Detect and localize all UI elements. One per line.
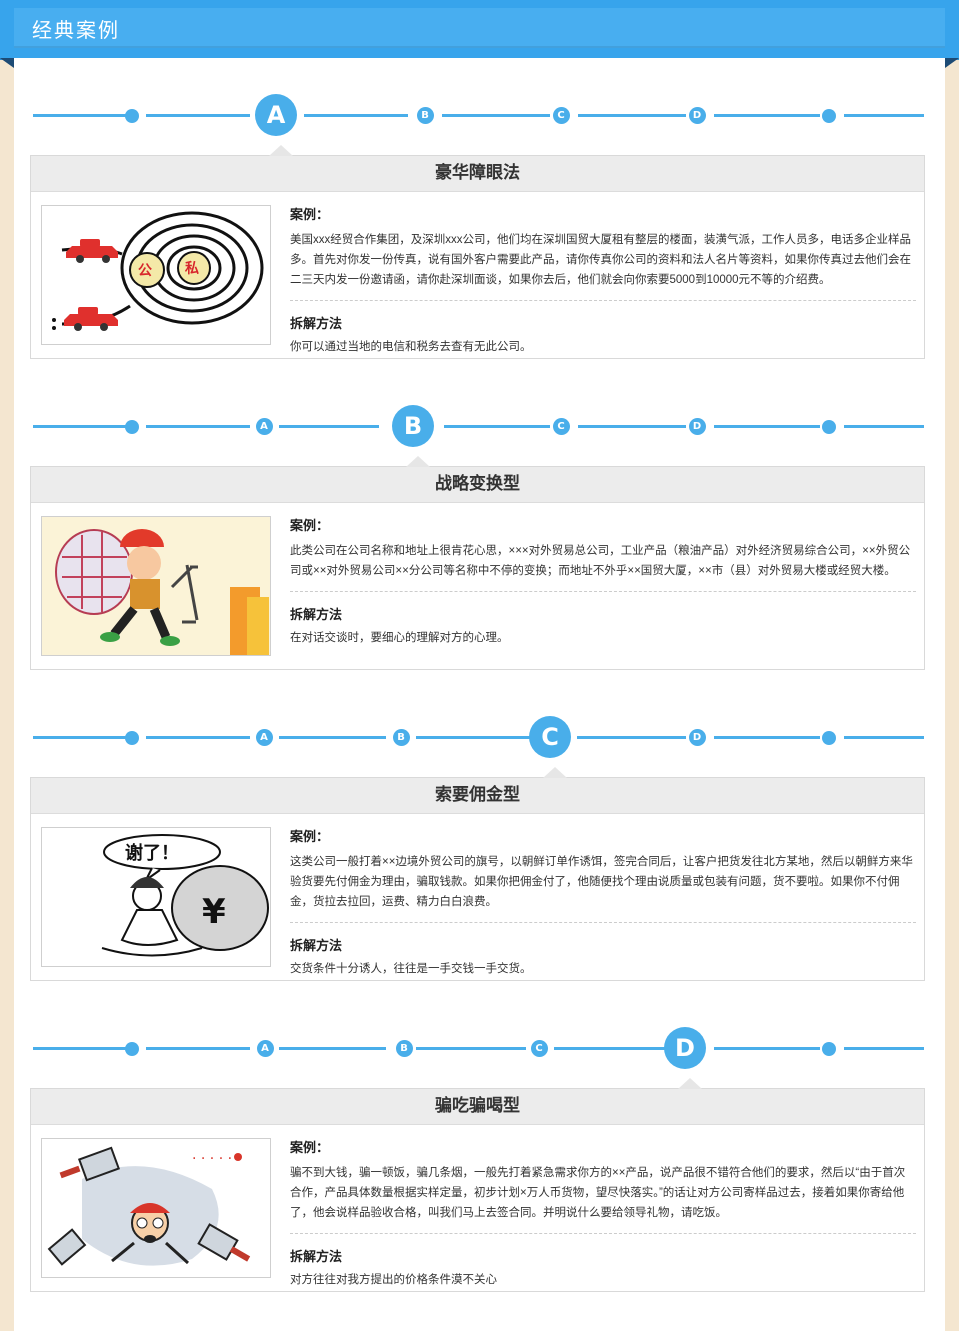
timeline: A B C D xyxy=(14,369,945,446)
timeline-marker[interactable]: A xyxy=(255,729,273,746)
dashed-divider xyxy=(290,922,916,923)
timeline-marker-active[interactable]: A xyxy=(256,95,296,135)
case-illustration: · · · · · xyxy=(41,1138,271,1278)
timeline-marker[interactable]: B xyxy=(395,1040,413,1057)
case-card: 战略变换型 案例： 此类公司在公司名称和地址上很肯花心思，×××对外贸易总公司，… xyxy=(30,456,925,670)
ribbon-fold-right xyxy=(945,58,959,68)
timeline: A B C D xyxy=(14,991,945,1068)
solution-label: 拆解方法 xyxy=(290,608,343,623)
timeline-dot xyxy=(822,731,836,745)
timeline-marker[interactable]: C xyxy=(552,418,570,435)
timeline-dot xyxy=(125,420,139,434)
content-panel: A B C D 豪华障眼法 公 私 案例： 美国xxx经贸合作集团，及深圳xxx… xyxy=(14,58,945,1331)
timeline-marker[interactable]: D xyxy=(688,107,706,124)
card-pointer xyxy=(269,145,293,156)
timeline: A B C D xyxy=(14,680,945,757)
case-text: 骗不到大钱，骗一顿饭，骗几条烟，一般先打着紧急需求你方的××产品，说产品很不错符… xyxy=(290,1167,906,1219)
case-card: 豪华障眼法 公 私 案例： 美国xxx经贸合作集团，及深圳xxx公司，他们均在深… xyxy=(30,145,925,359)
case-label: 案例： xyxy=(290,208,330,223)
dashed-divider xyxy=(290,591,916,592)
case-label: 案例： xyxy=(290,519,330,534)
timeline-marker[interactable]: A xyxy=(256,1040,274,1057)
case-text: 这类公司一般打着××边境外贸公司的旗号，以朝鲜订单作诱饵，签完合同后，让客户把货… xyxy=(290,856,913,908)
case-title: 骗吃骗喝型 xyxy=(31,1089,924,1125)
case-illustration: 公 私 xyxy=(41,205,271,345)
cleaver-icon xyxy=(47,1228,87,1266)
illustration-text: 谢了！ xyxy=(125,842,179,864)
timeline-marker-active[interactable]: C xyxy=(530,717,570,757)
page-title: 经典案例 xyxy=(32,20,120,42)
solution-label: 拆解方法 xyxy=(290,1250,343,1265)
case-title: 豪华障眼法 xyxy=(31,156,924,192)
case-label: 案例： xyxy=(290,830,330,845)
timeline: A B C D xyxy=(14,58,945,135)
card-pointer xyxy=(543,767,567,778)
timeline-marker[interactable]: D xyxy=(688,418,706,435)
timeline-dot xyxy=(125,1042,139,1056)
timeline-marker[interactable]: C xyxy=(552,107,570,124)
solution-text: 交货条件十分诱人，往往是一手交钱一手交货。 xyxy=(290,963,532,975)
solution-text: 你可以通过当地的电信和税务去查有无此公司。 xyxy=(290,341,532,353)
case-card: 骗吃骗喝型 · · · · · 案例： 骗不到大钱，骗一顿饭，骗几条烟，一般先打… xyxy=(30,1078,925,1292)
car-icon xyxy=(64,307,118,331)
timeline-dot xyxy=(125,731,139,745)
timeline-marker-active[interactable]: D xyxy=(665,1028,705,1068)
card-pointer xyxy=(678,1078,702,1089)
case-text: 美国xxx经贸合作集团，及深圳xxx公司，他们均在深圳国贸大厦租有整层的楼面，装… xyxy=(290,234,911,286)
timeline-marker[interactable]: D xyxy=(688,729,706,746)
timeline-dot xyxy=(822,1042,836,1056)
case-title: 战略变换型 xyxy=(31,467,924,503)
illustration-text: ¥ xyxy=(202,892,226,932)
case-illustration xyxy=(41,516,271,656)
building-icon xyxy=(230,587,269,655)
timeline-marker[interactable]: A xyxy=(255,418,273,435)
timeline-marker[interactable]: C xyxy=(530,1040,548,1057)
timeline-marker[interactable]: B xyxy=(392,729,410,746)
solution-label: 拆解方法 xyxy=(290,939,343,954)
ribbon-fold-left xyxy=(0,58,14,68)
case-illustration: 谢了！ ¥ xyxy=(41,827,271,967)
illustration-text: 公 xyxy=(138,263,152,279)
dashed-divider xyxy=(290,300,916,301)
solution-text: 对方往往对我方提出的价格条件漠不关心 xyxy=(290,1274,497,1286)
case-text: 此类公司在公司名称和地址上很肯花心思，×××对外贸易总公司，工业产品（粮油产品）… xyxy=(290,545,911,577)
illustration-text: 私 xyxy=(185,260,199,277)
timeline-marker-active[interactable]: B xyxy=(393,406,433,446)
case-title: 索要佣金型 xyxy=(31,778,924,814)
timeline-dot xyxy=(822,420,836,434)
car-icon xyxy=(66,239,118,263)
case-card: 索要佣金型 谢了！ ¥ 案例： 这类公司一般打着××边境外贸公司的旗号，以朝鲜订… xyxy=(30,767,925,981)
solution-label: 拆解方法 xyxy=(290,317,343,332)
header-bar: 经典案例 xyxy=(14,8,945,48)
dashed-divider xyxy=(290,1233,916,1234)
svg-text:· · · · ·: · · · · · xyxy=(192,1151,232,1167)
timeline-dot xyxy=(822,109,836,123)
card-pointer xyxy=(406,456,430,467)
case-label: 案例： xyxy=(290,1141,330,1156)
timeline-dot xyxy=(125,109,139,123)
timeline-marker[interactable]: B xyxy=(416,107,434,124)
cleaver-icon xyxy=(197,1223,251,1262)
page-header: 经典案例 xyxy=(0,0,959,60)
solution-text: 在对话交谈时，要细心的理解对方的心理。 xyxy=(290,632,509,644)
